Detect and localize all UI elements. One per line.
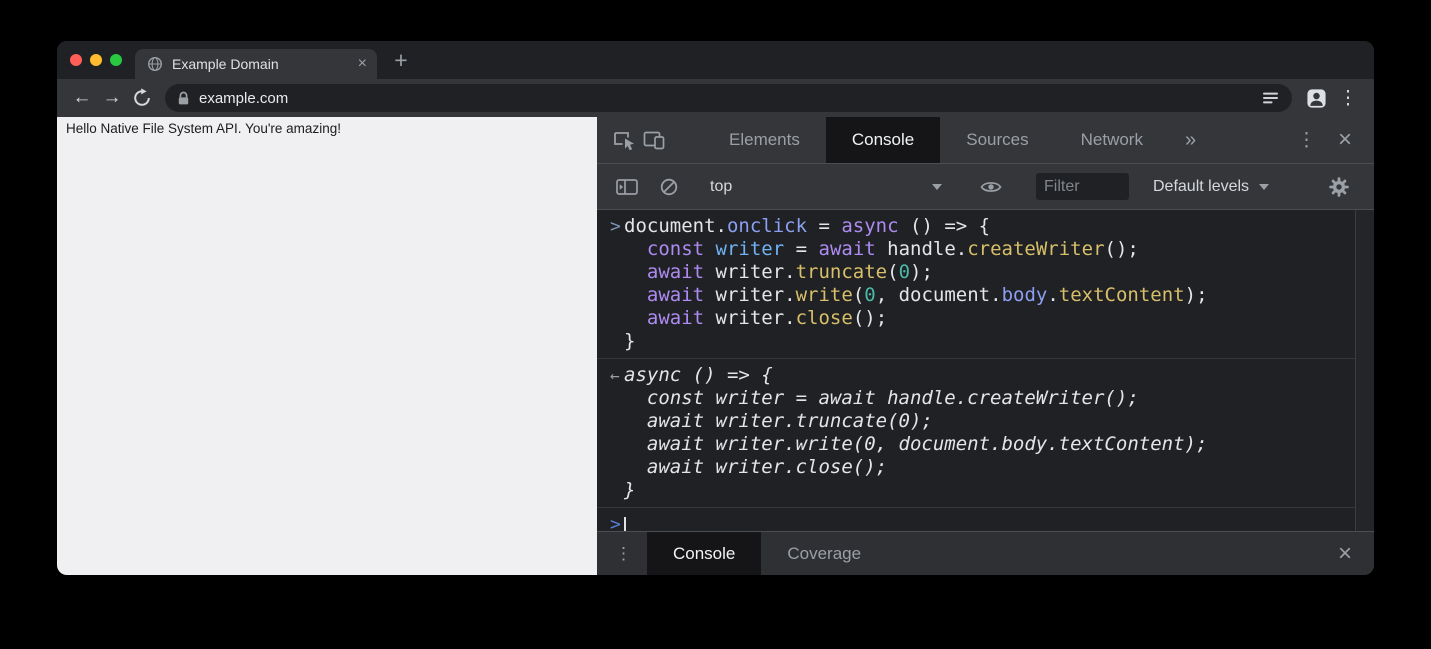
prompt-chevron-icon: > <box>597 215 624 353</box>
lock-icon[interactable] <box>177 91 190 106</box>
back-button[interactable]: ← <box>67 83 97 113</box>
minimize-window-button[interactable] <box>90 54 102 66</box>
code-line: await writer.write(0, document.body.text… <box>624 433 1355 456</box>
code-line: document.onclick = async () => { <box>624 215 1355 238</box>
gear-icon <box>1328 176 1350 198</box>
console-input-line[interactable] <box>624 513 1355 531</box>
new-tab-button[interactable]: + <box>387 46 415 74</box>
console-sidebar-icon <box>615 178 639 196</box>
device-toolbar-icon <box>642 130 666 150</box>
drawer-close-button[interactable]: × <box>1338 540 1374 568</box>
window-content: Hello Native File System API. You're ama… <box>57 117 1374 575</box>
tab-network[interactable]: Network <box>1055 117 1169 163</box>
device-toolbar-button[interactable] <box>639 125 669 155</box>
chevron-down-icon <box>1259 184 1269 190</box>
inspect-cursor-icon <box>611 129 637 151</box>
drawer-tab-console[interactable]: Console <box>647 532 761 575</box>
eye-icon <box>980 180 1002 194</box>
log-levels-label: Default levels <box>1153 178 1249 196</box>
inspect-element-button[interactable] <box>609 125 639 155</box>
devtools-panel: Elements Console Sources Network » ⋮ × <box>597 117 1374 575</box>
code-line: await writer.close(); <box>624 456 1355 479</box>
console-scrollbar[interactable] <box>1355 210 1374 531</box>
reading-list-icon[interactable] <box>1262 91 1280 105</box>
live-expression-button[interactable] <box>976 172 1006 202</box>
log-levels-selector[interactable]: Default levels <box>1153 178 1269 196</box>
code-line: await writer.close(); <box>624 307 1355 330</box>
address-bar[interactable]: example.com <box>165 84 1292 112</box>
execution-context-selector[interactable]: top <box>710 178 942 196</box>
code-line: await writer.truncate(0); <box>624 261 1355 284</box>
tab-elements[interactable]: Elements <box>703 117 826 163</box>
tab-console[interactable]: Console <box>826 117 940 163</box>
console-entry-prompt[interactable]: > <box>597 508 1355 531</box>
code-line: await writer.truncate(0); <box>624 410 1355 433</box>
reload-button[interactable] <box>127 83 157 113</box>
clear-console-button[interactable] <box>654 172 684 202</box>
profile-avatar-icon <box>1306 88 1327 109</box>
tab-close-icon[interactable]: × <box>358 56 367 72</box>
chevron-down-icon <box>932 184 942 190</box>
devtools-menu-button[interactable]: ⋮ <box>1297 129 1316 152</box>
screen: Example Domain × + ← → <box>0 0 1431 649</box>
tab-title: Example Domain <box>172 56 349 72</box>
code-line: const writer = await handle.createWriter… <box>624 387 1355 410</box>
forward-button[interactable]: → <box>97 83 127 113</box>
browser-tab[interactable]: Example Domain × <box>135 49 377 79</box>
text-cursor <box>624 517 626 531</box>
tab-strip: Example Domain × + <box>57 41 1374 79</box>
more-tabs-chevron-icon[interactable]: » <box>1185 129 1196 152</box>
reload-icon <box>132 88 152 108</box>
globe-favicon-icon <box>147 56 163 72</box>
profile-avatar-button[interactable] <box>1300 83 1332 113</box>
clear-console-icon <box>659 177 679 197</box>
console-messages: >document.onclick = async () => { const … <box>597 210 1355 531</box>
code-line: } <box>624 330 1355 353</box>
browser-window: Example Domain × + ← → <box>57 41 1374 575</box>
result-arrow-icon: ← <box>597 364 624 502</box>
devtools-close-button[interactable]: × <box>1338 128 1352 152</box>
page-viewport[interactable]: Hello Native File System API. You're ama… <box>57 117 597 575</box>
code-line: async () => { <box>624 364 1355 387</box>
devtools-tab-bar: Elements Console Sources Network <box>703 117 1169 163</box>
context-label: top <box>710 178 732 196</box>
console-settings-button[interactable] <box>1324 172 1354 202</box>
browser-menu-button[interactable]: ⋮ <box>1332 83 1364 113</box>
console-entry-input: >document.onclick = async () => { const … <box>597 210 1355 359</box>
code-line: } <box>624 479 1355 502</box>
code-line: const writer = await handle.createWriter… <box>624 238 1355 261</box>
devtools-toolbar: Elements Console Sources Network » ⋮ × <box>597 117 1374 164</box>
browser-toolbar: ← → example.com <box>57 79 1374 117</box>
code-line: await writer.write(0, document.body.text… <box>624 284 1355 307</box>
console-toolbar: top Default levels <box>597 164 1374 210</box>
page-body-text: Hello Native File System API. You're ama… <box>66 121 587 136</box>
window-controls <box>70 54 122 66</box>
console-entry-result: ←async () => { const writer = await hand… <box>597 359 1355 508</box>
close-window-button[interactable] <box>70 54 82 66</box>
zoom-window-button[interactable] <box>110 54 122 66</box>
url-text: example.com <box>199 90 1253 107</box>
tab-sources[interactable]: Sources <box>940 117 1054 163</box>
devtools-drawer: ⋮ Console Coverage × <box>597 531 1374 575</box>
prompt-chevron-icon: > <box>597 513 624 531</box>
console-sidebar-toggle-button[interactable] <box>612 172 642 202</box>
drawer-menu-button[interactable]: ⋮ <box>597 544 647 564</box>
drawer-tab-coverage[interactable]: Coverage <box>761 532 887 575</box>
filter-input[interactable] <box>1036 173 1129 200</box>
